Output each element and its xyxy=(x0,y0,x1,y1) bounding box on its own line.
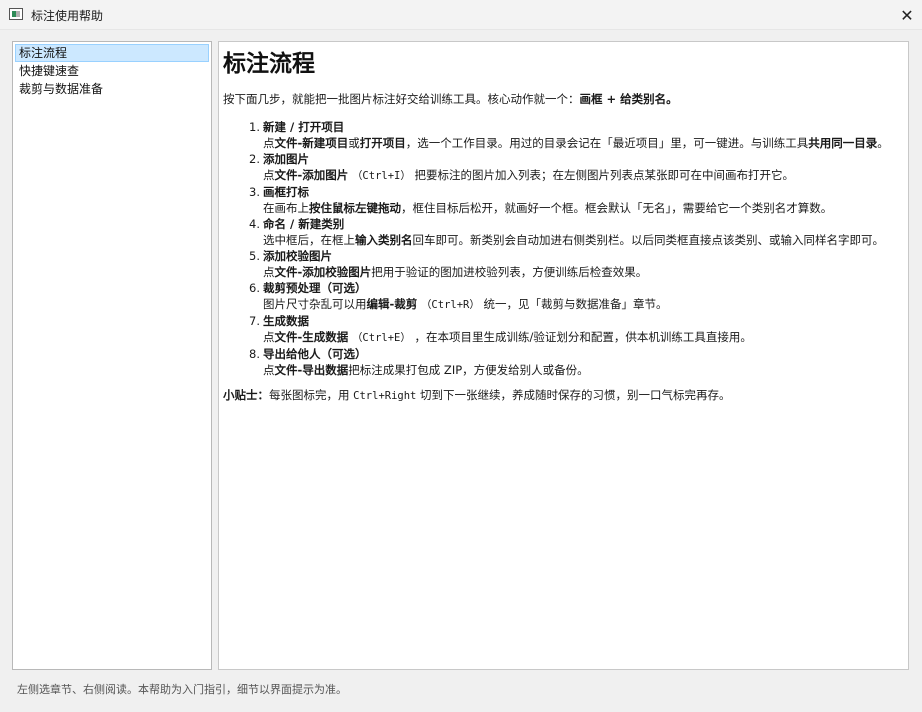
step-item: 2. 添加图片 点文件-添加图片 （Ctrl+I） 把要标注的图片加入列表；在左… xyxy=(249,152,795,182)
step-item: 6. 裁剪预处理（可选） 图片尺寸杂乱可以用编辑-裁剪 （Ctrl+R） 统一，… xyxy=(249,281,668,311)
page-title: 标注流程 xyxy=(223,51,315,77)
help-content[interactable]: 标注流程 按下面几步，就能把一批图片标注好交给训练工具。核心动作就一个：画框 +… xyxy=(218,41,909,670)
chapter-list[interactable]: 标注流程 快捷键速查 裁剪与数据准备 xyxy=(12,41,212,670)
step-item: 3. 画框打标 在画布上按住鼠标左键拖动，框住目标后松开，就画好一个框。框会默认… xyxy=(249,185,833,215)
steps-list: 1. 新建 / 打开项目 点文件-新建项目或打开项目，选一个工作目录。用过的目录… xyxy=(249,119,904,378)
chapter-item-shortcuts[interactable]: 快捷键速查 xyxy=(15,62,209,80)
step-item: 1. 新建 / 打开项目 点文件-新建项目或打开项目，选一个工作目录。用过的目录… xyxy=(249,120,889,150)
app-icon xyxy=(9,8,23,20)
status-bar: 左侧选章节、右侧阅读。本帮助为入门指引，细节以界面提示为准。 xyxy=(17,683,347,696)
chapter-item-annotation-flow[interactable]: 标注流程 xyxy=(15,44,209,62)
close-icon[interactable]: ✕ xyxy=(892,0,922,30)
step-item: 8. 导出给他人（可选） 点文件-导出数据把标注成果打包成 ZIP，方便发给别人… xyxy=(249,347,589,377)
step-item: 4. 命名 / 新建类别 选中框后，在框上输入类别名回车即可。新类别会自动加进右… xyxy=(249,217,884,247)
window-title: 标注使用帮助 xyxy=(31,9,104,23)
tip-text: 小贴士：每张图标完，用 Ctrl+Right 切到下一张继续，养成随时保存的习惯… xyxy=(223,388,731,402)
step-item: 7. 生成数据 点文件-生成数据 （Ctrl+E） ，在本项目里生成训练/验证划… xyxy=(249,314,752,344)
step-item: 5. 添加校验图片 点文件-添加校验图片把用于验证的图加进校验列表，方便训练后检… xyxy=(249,249,648,279)
chapter-item-crop-data-prep[interactable]: 裁剪与数据准备 xyxy=(15,80,209,98)
title-bar: 标注使用帮助 ✕ xyxy=(0,0,922,30)
intro-text: 按下面几步，就能把一批图片标注好交给训练工具。核心动作就一个：画框 + 给类别名… xyxy=(223,92,678,106)
